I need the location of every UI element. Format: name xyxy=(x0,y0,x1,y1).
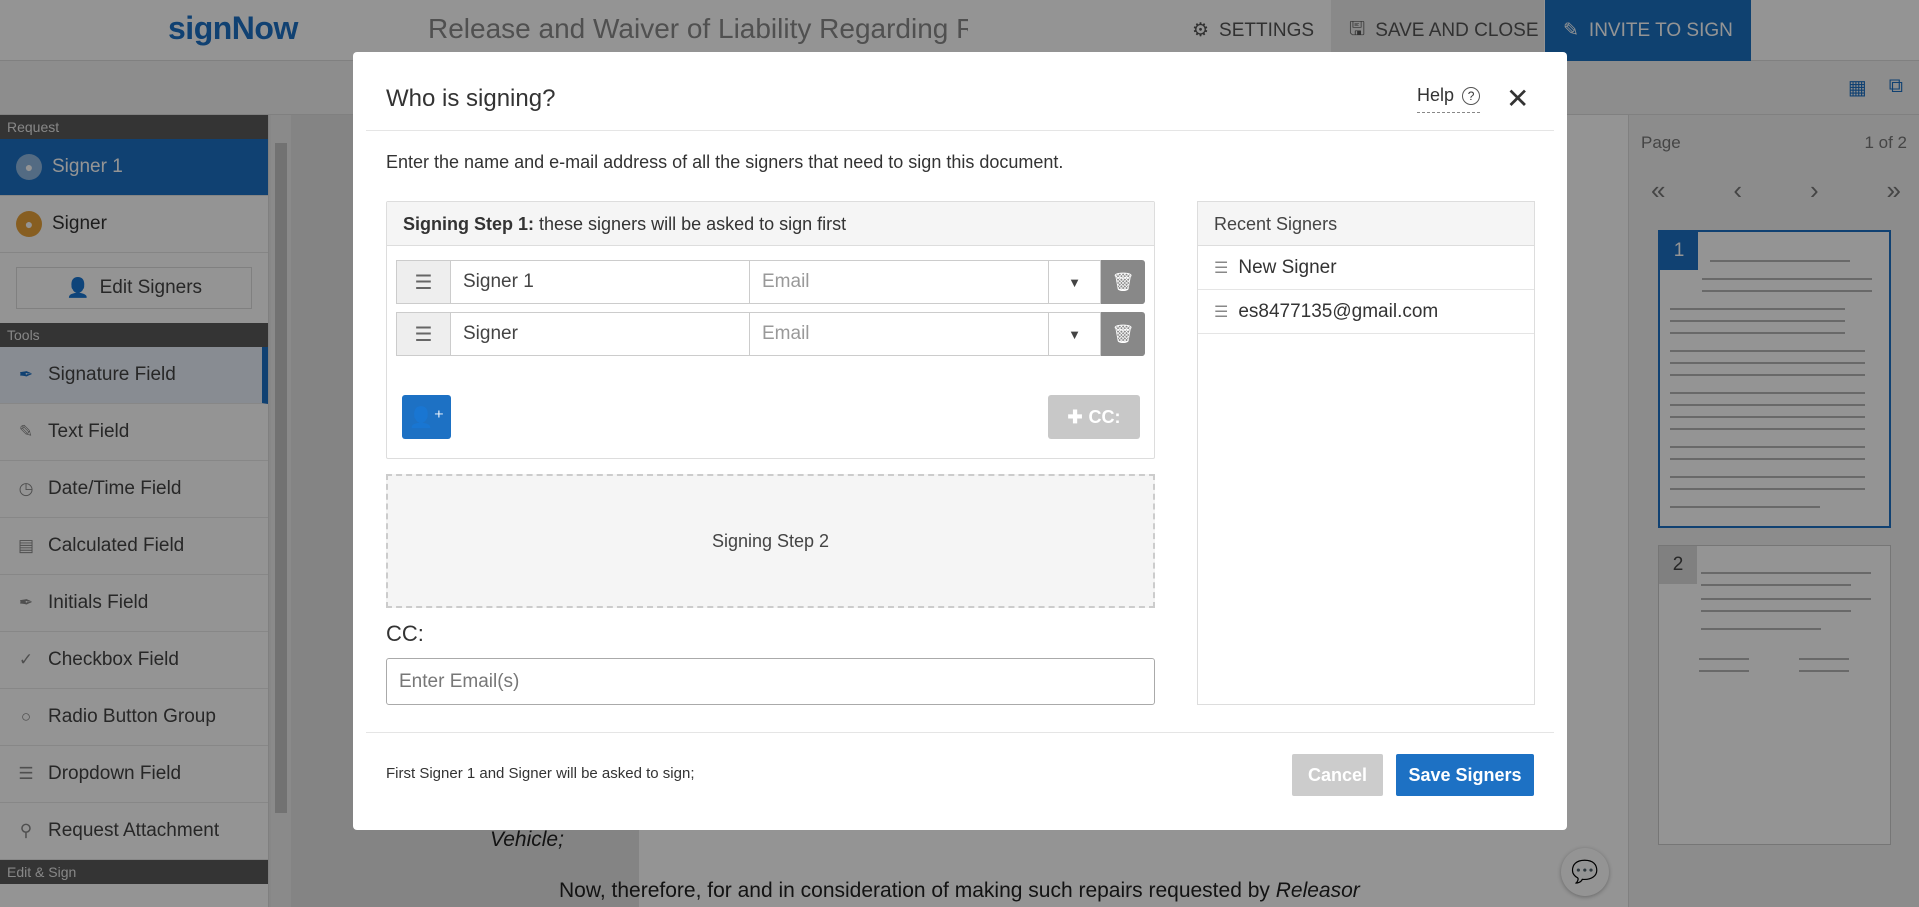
signer-name-input[interactable]: Signer xyxy=(451,312,750,356)
chevron-down-icon[interactable]: ▼ xyxy=(1049,312,1101,356)
signing-step-1-header: Signing Step 1: these signers will be as… xyxy=(387,202,1154,246)
chevron-down-icon[interactable]: ▼ xyxy=(1049,260,1101,304)
close-icon[interactable]: ✕ xyxy=(1506,82,1529,115)
add-user-icon: 👤⁺ xyxy=(408,406,445,429)
who-is-signing-dialog: Who is signing? Help ? ✕ Enter the name … xyxy=(353,52,1567,830)
add-cc-button[interactable]: ✚ CC: xyxy=(1048,395,1140,439)
signer-email-input[interactable]: Email xyxy=(750,312,1049,356)
signing-step-2-label: Signing Step 2 xyxy=(711,530,830,551)
drag-handle-icon[interactable]: ☰ xyxy=(396,312,451,356)
help-link[interactable]: Help ? xyxy=(1417,85,1481,113)
recent-signer-item[interactable]: ☰ es8477135@gmail.com xyxy=(1198,290,1534,334)
signer-name-input[interactable]: Signer 1 xyxy=(451,260,750,304)
trash-icon[interactable]: 🗑 xyxy=(1101,312,1145,356)
recent-signer-label: es8477135@gmail.com xyxy=(1238,300,1439,322)
dialog-title: Who is signing? xyxy=(386,85,556,112)
help-label: Help xyxy=(1417,85,1455,105)
recent-signers-panel: Recent Signers ☰ New Signer ☰ es8477135@… xyxy=(1197,201,1535,705)
recent-signer-label: New Signer xyxy=(1238,256,1337,278)
signer-row: ☰ Signer 1 Email ▼ 🗑 xyxy=(396,260,1145,304)
save-signers-button[interactable]: Save Signers xyxy=(1396,754,1534,796)
dialog-description: Enter the name and e-mail address of all… xyxy=(386,152,1064,172)
add-signer-button[interactable]: 👤⁺ xyxy=(402,395,451,439)
cc-button-label: CC: xyxy=(1088,406,1121,427)
signing-order-summary: First Signer 1 and Signer will be asked … xyxy=(386,765,695,782)
signing-step-2-dropzone[interactable]: Signing Step 2 xyxy=(386,474,1155,608)
recent-signer-item[interactable]: ☰ New Signer xyxy=(1198,246,1534,290)
signer-email-input[interactable]: Email xyxy=(750,260,1049,304)
drag-handle-icon: ☰ xyxy=(1214,259,1229,277)
recent-signers-header: Recent Signers xyxy=(1198,202,1534,246)
signer-row: ☰ Signer Email ▼ 🗑 xyxy=(396,312,1145,356)
signing-step-1: Signing Step 1: these signers will be as… xyxy=(386,201,1155,459)
cc-email-input[interactable]: Enter Email(s) xyxy=(386,658,1155,705)
step-description: these signers will be asked to sign firs… xyxy=(534,214,847,234)
plus-icon: ✚ xyxy=(1067,406,1083,427)
cancel-button[interactable]: Cancel xyxy=(1292,754,1383,796)
step-title: Signing Step 1: xyxy=(403,214,535,234)
trash-icon[interactable]: 🗑 xyxy=(1101,260,1145,304)
divider xyxy=(366,130,1554,131)
question-icon: ? xyxy=(1462,86,1481,105)
drag-handle-icon[interactable]: ☰ xyxy=(396,260,451,304)
divider xyxy=(366,732,1554,733)
cc-label: CC: xyxy=(386,621,424,646)
drag-handle-icon: ☰ xyxy=(1214,303,1229,321)
